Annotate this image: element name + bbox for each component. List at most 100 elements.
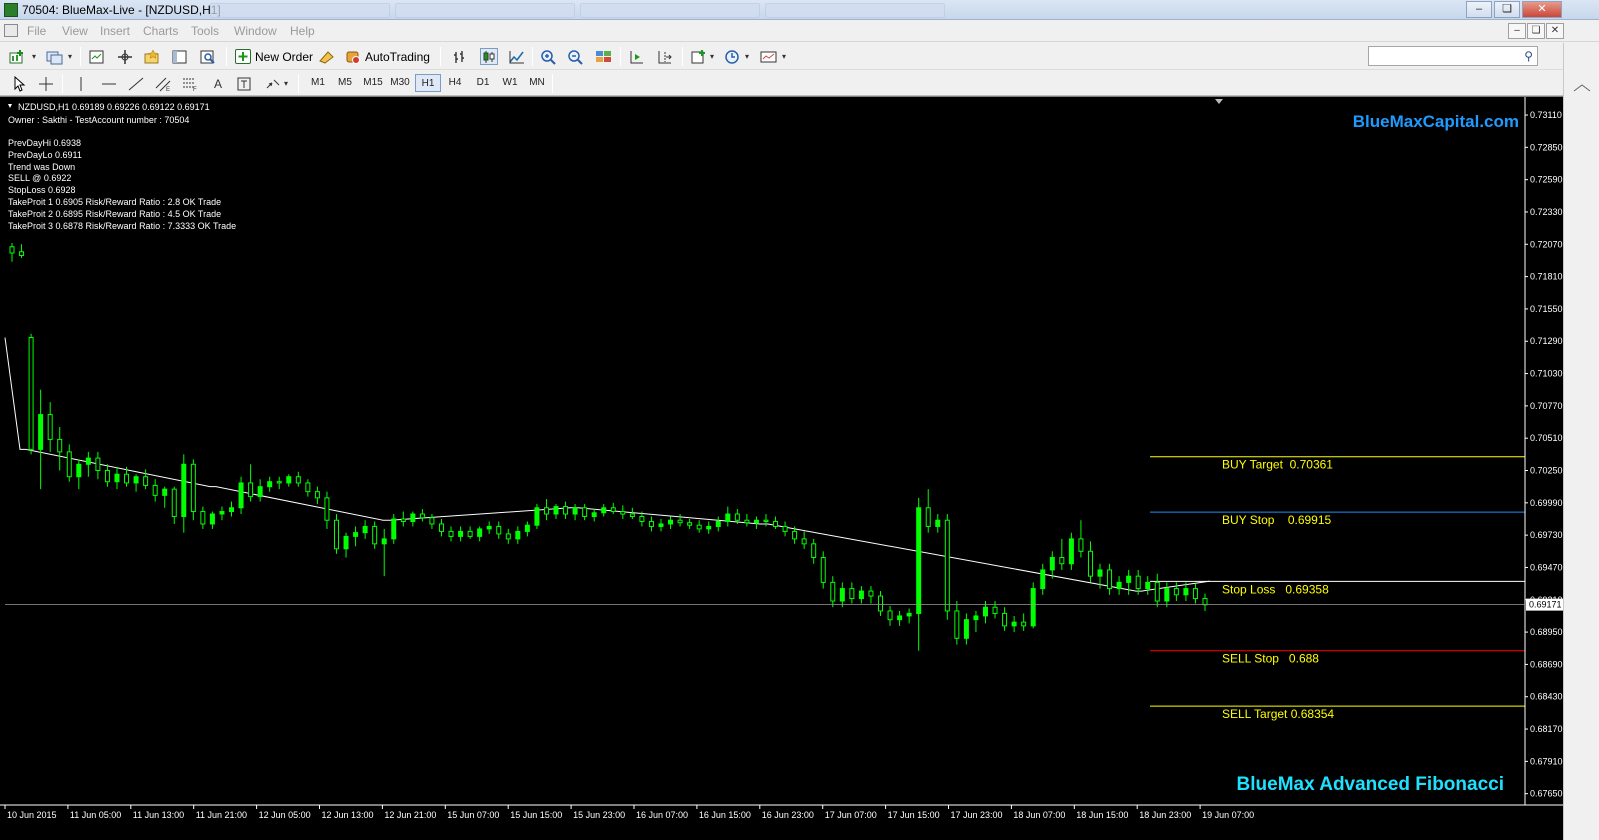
right-panel-scrollbar[interactable] [1563,43,1599,840]
new-order-label: New Order [255,49,314,64]
timeframe-d1-button[interactable]: D1 [470,74,496,92]
favorites-icon[interactable] [143,48,161,65]
time-tick-label: 10 Jun 2015 [7,810,57,820]
mdi-restore-button[interactable]: ❏ [1527,23,1545,39]
search-input[interactable]: ⚲ [1368,46,1538,66]
equidistant-channel-icon[interactable]: E [154,75,172,92]
candle-body [486,525,492,530]
toolbar-separator [682,47,683,66]
candle-body [753,519,759,524]
timeframe-h4-button[interactable]: H4 [442,74,468,92]
price-tick-label: 0.71810 [1530,272,1563,282]
chevron-down-icon[interactable]: ▾ [282,75,290,92]
time-tick-label: 12 Jun 05:00 [259,810,311,820]
text-icon[interactable]: A [209,75,227,92]
price-tick-label: 0.71290 [1530,336,1563,346]
candle-body [1126,575,1132,583]
restore-button[interactable]: ❏ [1494,1,1520,18]
candle-body [76,463,82,478]
bar-chart-icon[interactable] [452,48,470,65]
candle-body [1021,621,1027,627]
chart-shift-icon[interactable] [656,48,674,65]
menu-file[interactable]: File [27,24,46,38]
timeframe-m30-button[interactable]: M30 [387,74,413,92]
toolbar-separator [62,74,63,93]
price-chart[interactable]: BUY Target 0.70361 BUY Stop 0.69915 Stop L… [0,97,1563,825]
vertical-line-icon[interactable] [72,75,90,92]
zoom-out-icon[interactable] [567,48,585,65]
price-tick-label: 0.69470 [1530,562,1563,572]
candle-body [792,530,798,540]
chevron-down-icon[interactable]: ▾ [743,48,751,65]
candle-body [773,520,779,527]
candle-body [1087,550,1093,577]
mdi-minimize-button[interactable]: – [1508,23,1526,39]
menu-tools[interactable]: Tools [191,24,219,38]
crosshair-icon[interactable] [37,75,55,92]
candle-body [744,519,750,524]
new-order-button[interactable]: New Order [232,46,316,67]
fibonacci-retracement-icon[interactable]: F [181,75,199,92]
candle-body [935,519,941,527]
navigator-icon[interactable] [116,48,134,65]
chart-window[interactable]: BUY Target 0.70361 BUY Stop 0.69915 Stop L… [0,96,1563,824]
timeframe-m15-button[interactable]: M15 [360,74,386,92]
timeframe-mn-button[interactable]: MN [524,74,550,92]
toolbar-separator [532,47,533,66]
indicators-icon[interactable] [690,48,708,65]
autotrading-label: AutoTrading [365,49,430,64]
trendline-icon[interactable] [127,75,145,92]
candle-body [563,506,569,515]
autotrading-button[interactable]: AutoTrading [342,46,433,67]
minimize-button[interactable]: – [1466,1,1492,18]
chevron-down-icon[interactable]: ▾ [30,48,38,65]
mdi-close-button[interactable]: ✕ [1546,23,1564,39]
menu-window[interactable]: Window [234,24,277,38]
price-tick-label: 0.68170 [1530,724,1563,734]
market-watch-icon[interactable] [88,48,106,65]
candle-body [1049,557,1055,571]
horizontal-line-icon[interactable] [100,75,118,92]
candle-body [467,530,473,537]
candle-body [257,486,263,498]
menu-help[interactable]: Help [290,24,315,38]
text-label-icon[interactable] [236,75,254,92]
strategy-tester-icon[interactable] [199,48,217,65]
menu-view[interactable]: View [62,24,88,38]
timeframe-h1-button[interactable]: H1 [415,74,441,92]
menu-charts[interactable]: Charts [143,24,178,38]
new-chart-icon[interactable] [8,48,26,65]
timeframe-m1-button[interactable]: M1 [305,74,331,92]
chevron-down-icon[interactable]: ▾ [780,48,788,65]
chevron-down-icon[interactable]: ▾ [708,48,716,65]
price-tick-label: 0.72070 [1530,239,1563,249]
timeframe-m5-button[interactable]: M5 [332,74,358,92]
candle-body [229,507,235,513]
price-tick-label: 0.70250 [1530,466,1563,476]
candlestick-chart-icon[interactable] [480,48,498,65]
periods-clock-icon[interactable] [724,48,742,65]
symbol-collapse-icon[interactable] [8,104,12,108]
background-window-tab [395,3,575,18]
candle-body [524,524,530,532]
arrows-icon[interactable] [264,75,282,92]
templates-icon[interactable] [760,48,778,65]
zoom-in-icon[interactable] [540,48,558,65]
cursor-icon[interactable] [10,75,28,92]
window-title-bar: 70504: BlueMax-Live - [NZDUSD,H1] – ❏ ✕ [0,0,1599,20]
terminal-icon[interactable] [171,48,189,65]
line-chart-icon[interactable] [508,48,526,65]
candle-body [668,519,674,525]
timeframe-w1-button[interactable]: W1 [497,74,523,92]
profiles-icon[interactable] [46,48,64,65]
candle-body [734,513,740,521]
close-button[interactable]: ✕ [1522,1,1562,18]
candle-body [104,470,110,483]
meta-editor-icon[interactable] [318,48,336,65]
chevron-down-icon[interactable]: ▾ [66,48,74,65]
tile-windows-icon[interactable] [595,48,613,65]
chart-shift-marker-icon[interactable] [1215,99,1223,104]
price-tick-label: 0.70510 [1530,433,1563,443]
auto-scroll-icon[interactable] [628,48,646,65]
menu-insert[interactable]: Insert [100,24,130,38]
